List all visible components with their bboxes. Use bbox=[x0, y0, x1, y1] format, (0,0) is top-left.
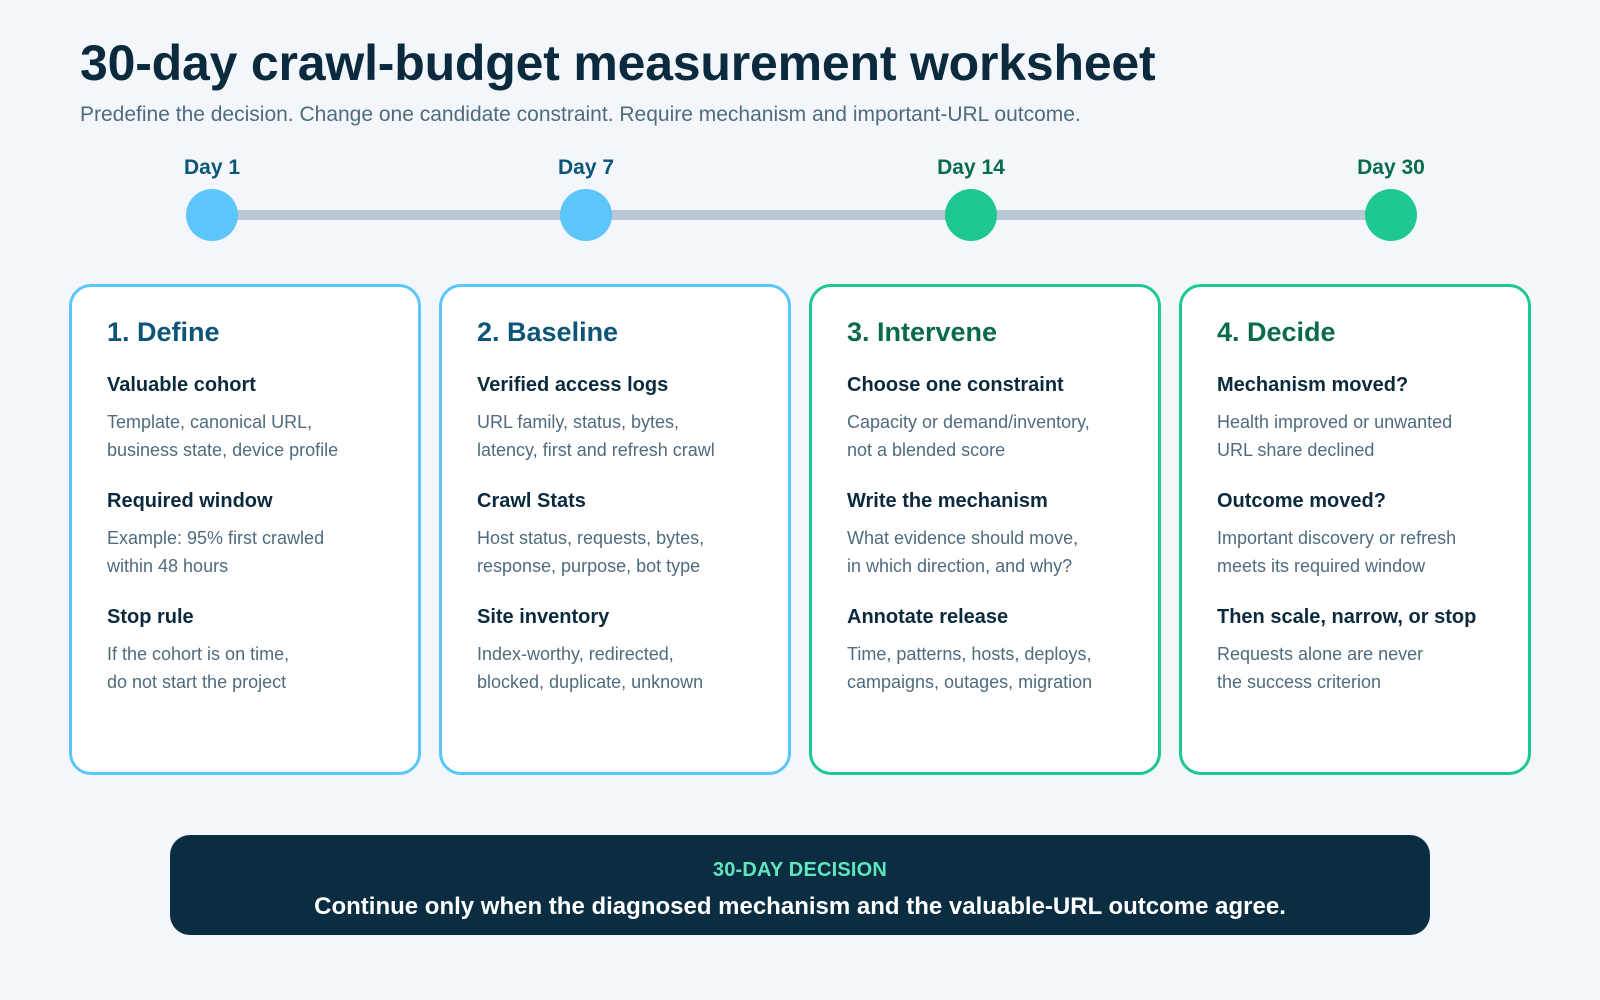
card-item: Choose one constraint Capacity or demand… bbox=[847, 374, 1124, 464]
item-heading: Mechanism moved? bbox=[1217, 374, 1409, 396]
milestone-dot-day-1 bbox=[186, 189, 238, 241]
card-item: Crawl Stats Host status, requests, bytes… bbox=[477, 490, 754, 580]
item-text: URL share declined bbox=[1217, 440, 1375, 460]
milestone-label-day-14: Day 14 bbox=[937, 156, 1005, 179]
card-title: 2. Baseline bbox=[477, 317, 619, 347]
card-item: Annotate release Time, patterns, hosts, … bbox=[847, 606, 1124, 696]
milestone-dot-day-7 bbox=[560, 189, 612, 241]
item-text: URL family, status, bytes, bbox=[477, 412, 680, 432]
item-heading: Site inventory bbox=[477, 606, 610, 628]
milestone-label-day-30: Day 30 bbox=[1357, 156, 1425, 179]
timeline: Day 1 Day 7 Day 14 Day 30 bbox=[0, 0, 1600, 260]
item-text: do not start the project bbox=[107, 672, 287, 692]
item-text: Capacity or demand/inventory, bbox=[847, 412, 1090, 432]
item-text: within 48 hours bbox=[107, 556, 229, 576]
card-item: Required window Example: 95% first crawl… bbox=[107, 490, 384, 580]
card-title: 3. Intervene bbox=[847, 317, 998, 347]
item-text: not a blended score bbox=[847, 440, 1006, 460]
item-heading: Stop rule bbox=[107, 606, 194, 628]
item-text: in which direction, and why? bbox=[847, 556, 1073, 576]
item-text: Health improved or unwanted bbox=[1217, 412, 1453, 432]
item-text: the success criterion bbox=[1217, 672, 1382, 692]
item-text: campaigns, outages, migration bbox=[847, 672, 1093, 692]
item-heading: Valuable cohort bbox=[107, 374, 256, 396]
item-heading: Choose one constraint bbox=[847, 374, 1064, 396]
card-item: Outcome moved? Important discovery or re… bbox=[1217, 490, 1494, 580]
item-heading: Annotate release bbox=[847, 606, 1009, 628]
worksheet-page: 30-day crawl-budget measurement workshee… bbox=[0, 0, 1600, 1000]
item-text: If the cohort is on time, bbox=[107, 644, 290, 664]
card-title: 4. Decide bbox=[1217, 317, 1336, 347]
item-heading: Outcome moved? bbox=[1217, 490, 1386, 512]
item-heading: Required window bbox=[107, 490, 273, 512]
item-text: meets its required window bbox=[1217, 556, 1426, 576]
item-heading: Crawl Stats bbox=[477, 490, 586, 512]
item-heading: Write the mechanism bbox=[847, 490, 1048, 512]
item-text: Template, canonical URL, bbox=[107, 412, 313, 432]
item-text: Requests alone are never bbox=[1217, 644, 1424, 664]
card-item: Valuable cohort Template, canonical URL,… bbox=[107, 374, 384, 464]
decision-banner: 30-DAY DECISION Continue only when the d… bbox=[170, 835, 1430, 935]
card-item: Write the mechanism What evidence should… bbox=[847, 490, 1124, 580]
item-text: Important discovery or refresh bbox=[1217, 528, 1457, 548]
item-text: Host status, requests, bytes, bbox=[477, 528, 705, 548]
milestone-dot-day-14 bbox=[945, 189, 997, 241]
card-item: Verified access logs URL family, status,… bbox=[477, 374, 754, 464]
item-text: Index-worthy, redirected, bbox=[477, 644, 674, 664]
card-title: 1. Define bbox=[107, 317, 220, 347]
card-item: Stop rule If the cohort is on time, do n… bbox=[107, 606, 384, 696]
card-decide: 4. Decide Mechanism moved? Health improv… bbox=[1179, 284, 1531, 775]
card-item: Mechanism moved? Health improved or unwa… bbox=[1217, 374, 1494, 464]
item-text: response, purpose, bot type bbox=[477, 556, 701, 576]
item-text: latency, first and refresh crawl bbox=[477, 440, 715, 460]
item-text: Time, patterns, hosts, deploys, bbox=[847, 644, 1092, 664]
milestone-label-day-7: Day 7 bbox=[557, 156, 615, 179]
card-intervene: 3. Intervene Choose one constraint Capac… bbox=[809, 284, 1161, 775]
milestone-label-day-1: Day 1 bbox=[183, 156, 241, 179]
item-text: Example: 95% first crawled bbox=[107, 528, 325, 548]
banner-text: Continue only when the diagnosed mechani… bbox=[314, 893, 1286, 920]
item-text: blocked, duplicate, unknown bbox=[477, 672, 704, 692]
item-heading: Verified access logs bbox=[477, 374, 669, 396]
item-text: What evidence should move, bbox=[847, 528, 1079, 548]
card-item: Site inventory Index-worthy, redirected,… bbox=[477, 606, 754, 696]
item-heading: Then scale, narrow, or stop bbox=[1217, 606, 1477, 628]
card-define: 1. Define Valuable cohort Template, cano… bbox=[69, 284, 421, 775]
timeline-track bbox=[210, 210, 1390, 220]
item-text: business state, device profile bbox=[107, 440, 339, 460]
milestone-dot-day-30 bbox=[1365, 189, 1417, 241]
banner-label: 30-DAY DECISION bbox=[712, 859, 888, 881]
card-baseline: 2. Baseline Verified access logs URL fam… bbox=[439, 284, 791, 775]
card-item: Then scale, narrow, or stop Requests alo… bbox=[1217, 606, 1494, 696]
